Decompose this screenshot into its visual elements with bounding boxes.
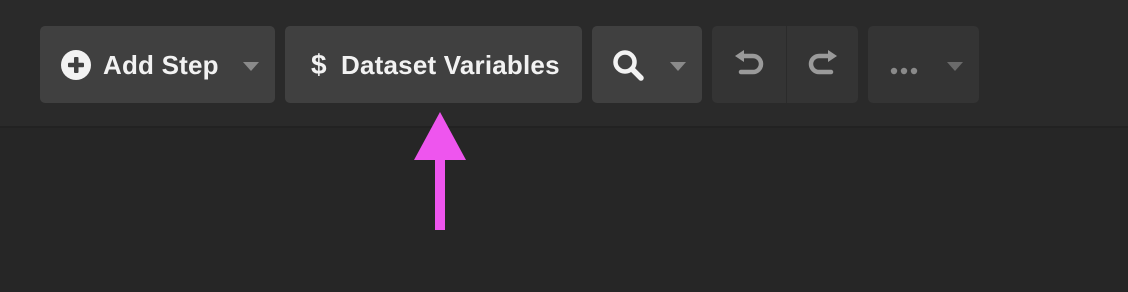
- undo-redo-group: [712, 26, 858, 103]
- undo-button[interactable]: [712, 26, 786, 103]
- dataset-variables-label: Dataset Variables: [341, 50, 560, 80]
- toolbar: Add Step $ Dataset Variables: [0, 0, 1128, 128]
- search-button[interactable]: [592, 26, 702, 103]
- more-icon: [890, 62, 918, 75]
- dollar-icon: $: [311, 49, 327, 80]
- chevron-down-icon[interactable]: [947, 62, 963, 71]
- add-step-button[interactable]: Add Step: [40, 26, 275, 103]
- undo-icon: [733, 50, 765, 78]
- redo-button[interactable]: [787, 26, 858, 103]
- add-step-label: Add Step: [103, 50, 219, 80]
- more-options-button[interactable]: [868, 26, 979, 103]
- search-icon: [612, 49, 646, 83]
- annotation-arrow: [414, 112, 466, 230]
- redo-icon: [807, 50, 839, 78]
- chevron-down-icon[interactable]: [243, 62, 259, 71]
- chevron-down-icon[interactable]: [670, 62, 686, 71]
- workspace: [0, 128, 1128, 292]
- dataset-variables-button[interactable]: $ Dataset Variables: [285, 26, 582, 103]
- plus-circle-icon: [61, 50, 91, 80]
